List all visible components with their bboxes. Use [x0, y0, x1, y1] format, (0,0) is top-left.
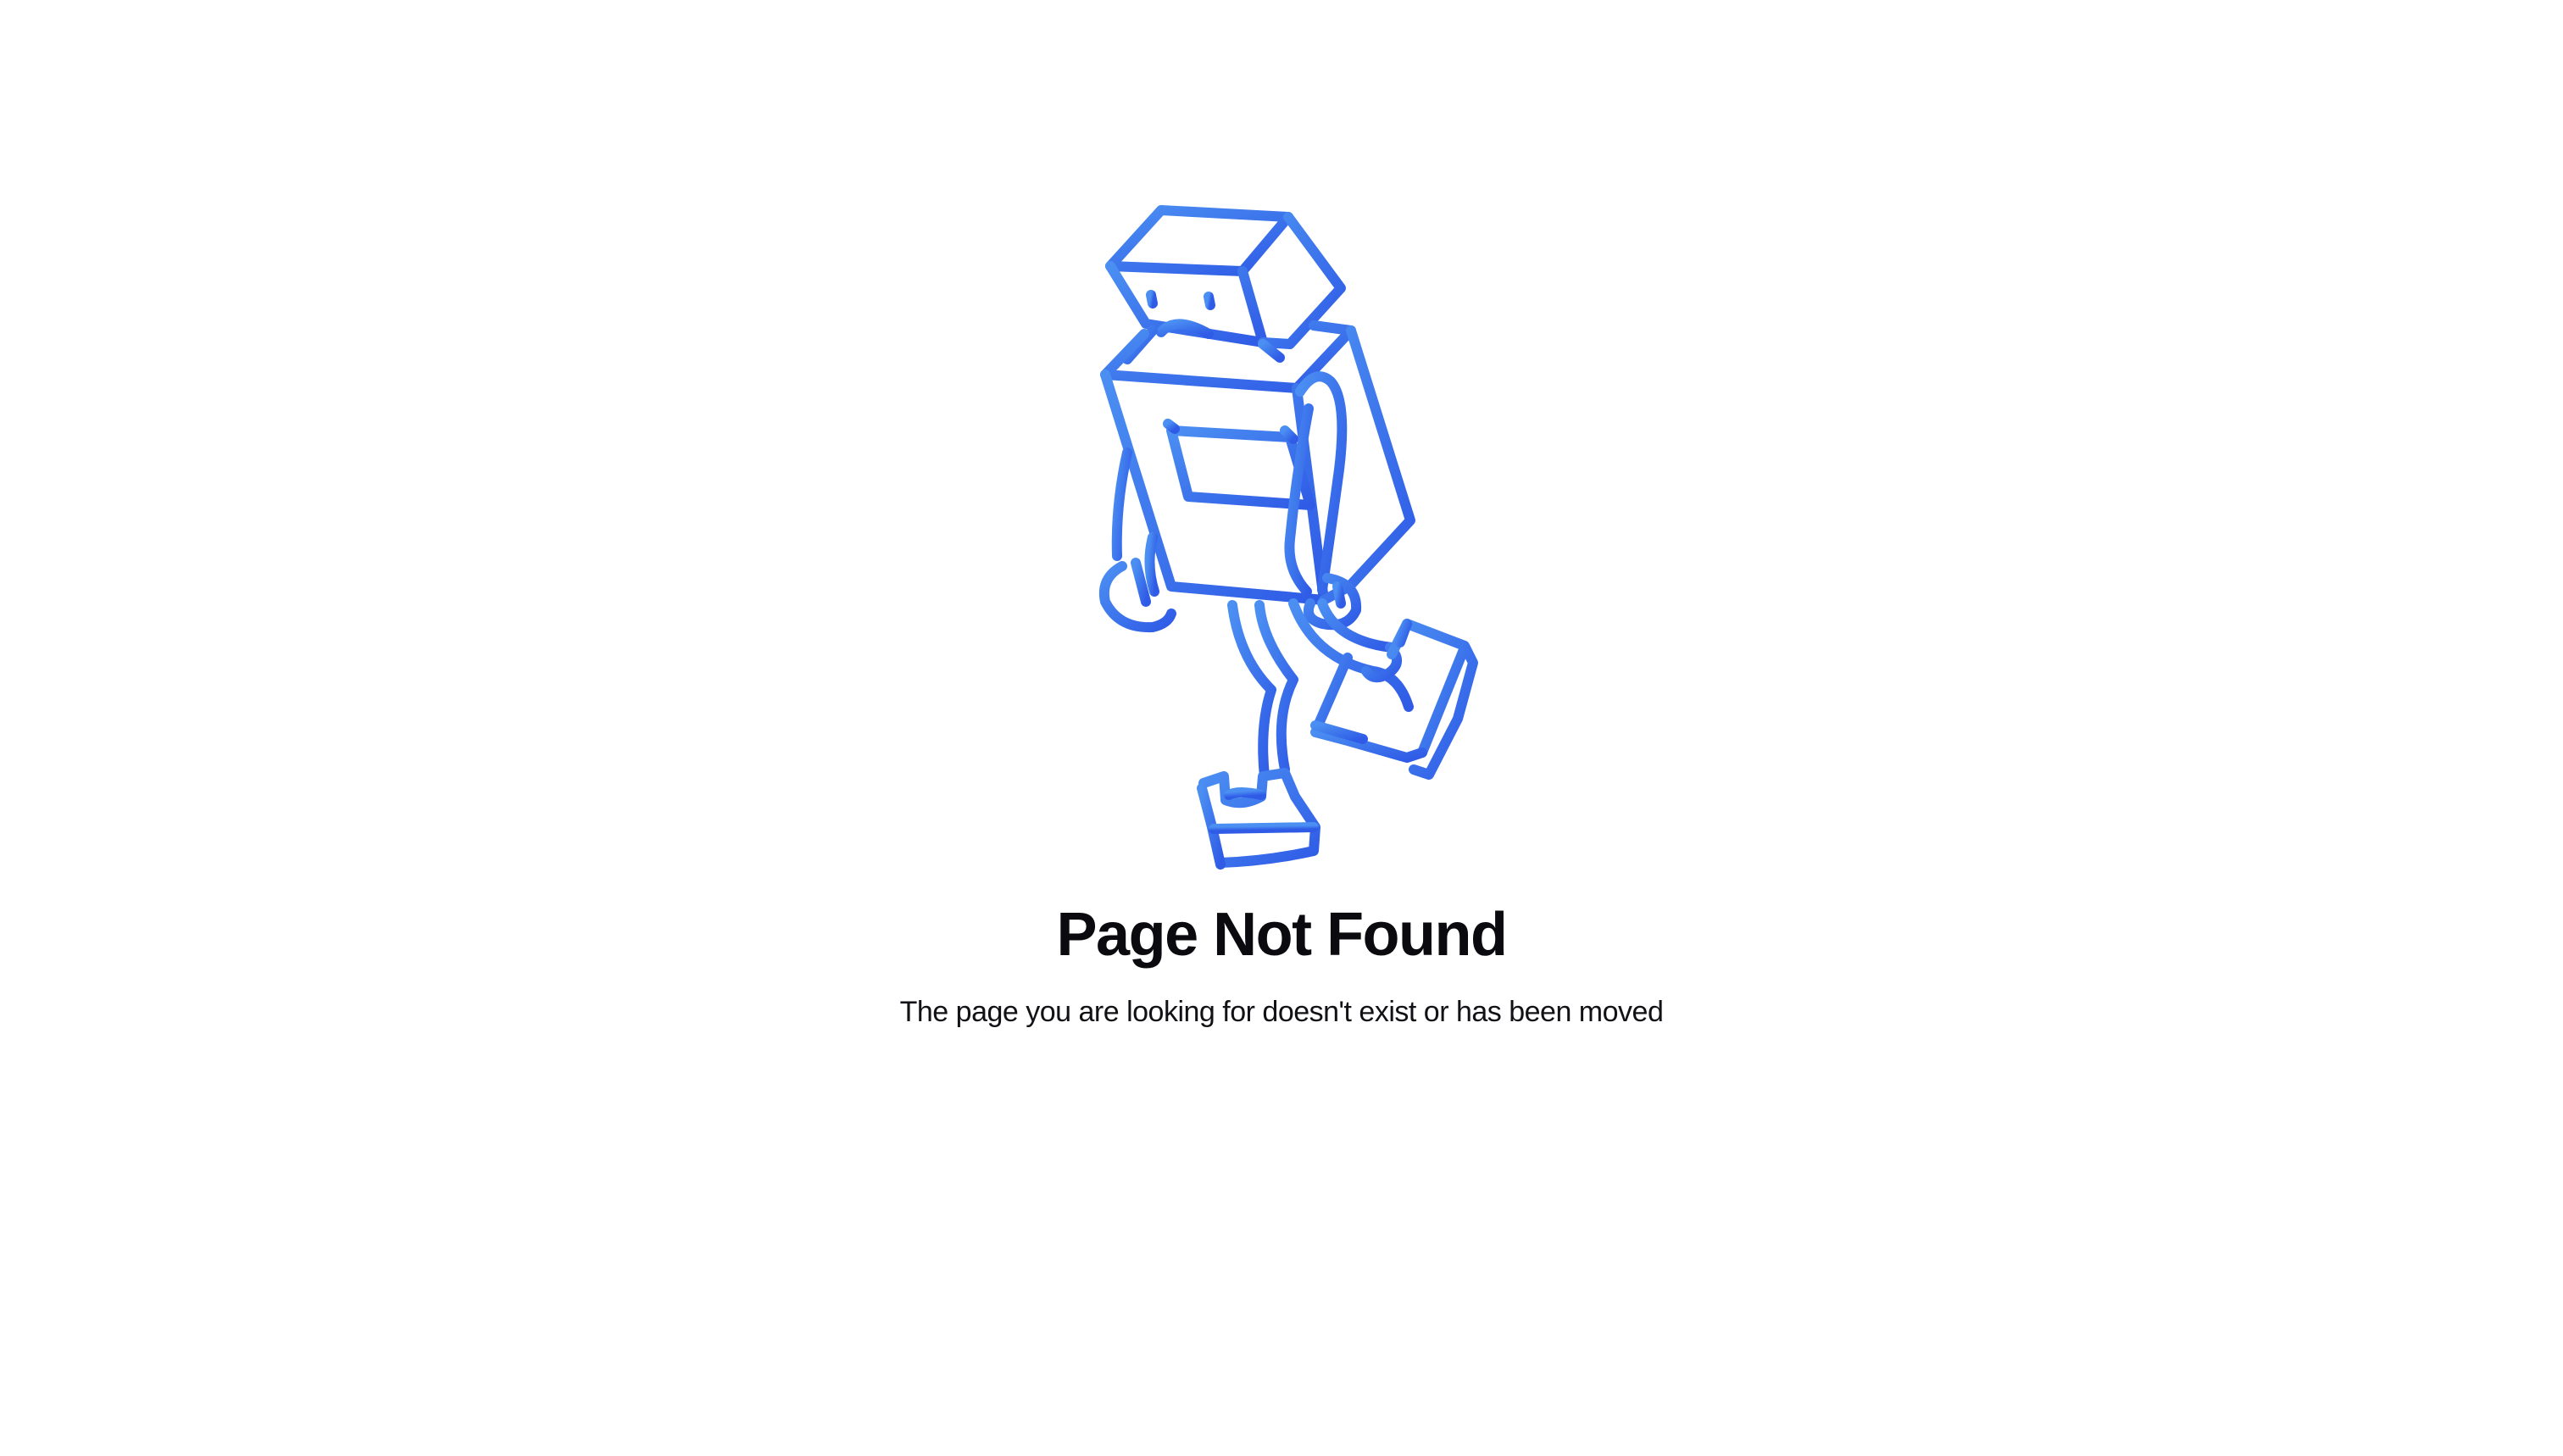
sad-robot-walking-icon — [1099, 205, 1478, 870]
page-title: Page Not Found — [1056, 901, 1508, 969]
not-found-page: Page Not Found The page you are looking … — [0, 0, 2563, 1456]
not-found-message: The page you are looking for doesn't exi… — [899, 996, 1664, 1028]
